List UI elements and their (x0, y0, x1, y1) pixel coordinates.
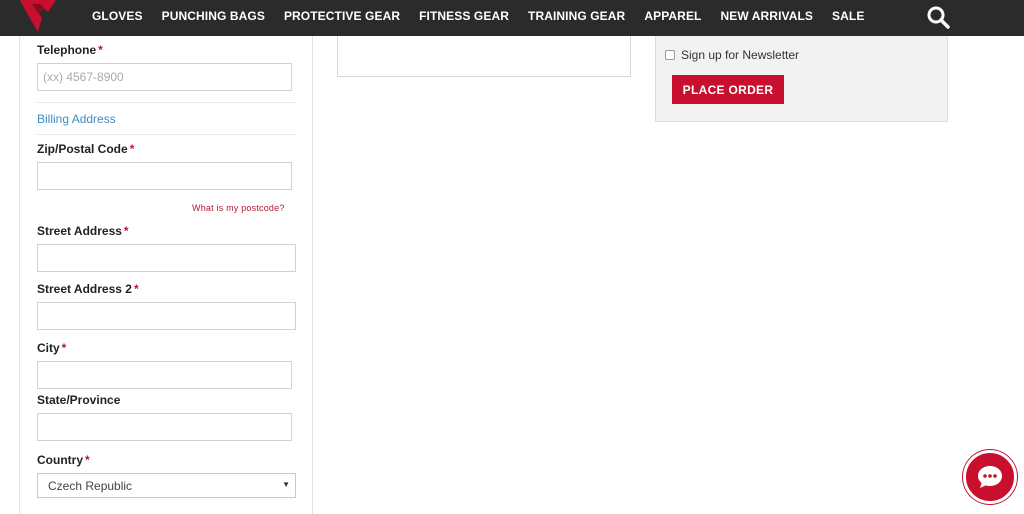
nav-item-new-arrivals[interactable]: NEW ARRIVALS (720, 9, 813, 23)
newsletter-checkbox[interactable] (665, 50, 675, 60)
top-navigation-bar: GLOVES PUNCHING BAGS PROTECTIVE GEAR FIT… (0, 0, 1024, 36)
chat-bubble-icon (978, 466, 1002, 488)
billing-form: Telephone* Billing Address Zip/Postal Co… (19, 36, 313, 514)
nav-item-training-gear[interactable]: TRAINING GEAR (528, 9, 625, 23)
newsletter-label[interactable]: Sign up for Newsletter (681, 48, 799, 62)
billing-address-link[interactable]: Billing Address (37, 112, 116, 126)
nav-item-punching-bags[interactable]: PUNCHING BAGS (162, 9, 265, 23)
zip-label: Zip/Postal Code * (37, 142, 135, 156)
search-icon[interactable] (926, 5, 950, 29)
chat-button[interactable] (963, 450, 1017, 504)
telephone-input[interactable] (37, 63, 292, 91)
shipping-method-panel (337, 36, 631, 77)
postcode-help-link[interactable]: What is my postcode? (192, 203, 285, 213)
country-select[interactable]: Czech Republic ▼ (37, 473, 296, 498)
nav-item-apparel[interactable]: APPAREL (644, 9, 701, 23)
country-selected-value: Czech Republic (48, 479, 133, 493)
street-address-input[interactable] (37, 244, 296, 272)
nav-item-gloves[interactable]: GLOVES (92, 9, 143, 23)
street-address-2-label: Street Address 2 * (37, 282, 139, 296)
street-address-label: Street Address * (37, 224, 129, 238)
state-input[interactable] (37, 413, 292, 441)
city-label: City * (37, 341, 67, 355)
street-address-2-input[interactable] (37, 302, 296, 330)
place-order-button[interactable]: PLACE ORDER (672, 75, 784, 104)
nav-item-sale[interactable]: SALE (832, 9, 864, 23)
caret-down-icon: ▼ (282, 480, 290, 489)
zip-input[interactable] (37, 162, 292, 190)
country-label: Country * (37, 453, 90, 467)
brand-logo-icon[interactable] (18, 0, 58, 34)
divider (37, 102, 297, 103)
main-menu: GLOVES PUNCHING BAGS PROTECTIVE GEAR FIT… (92, 0, 883, 32)
telephone-label: Telephone * (37, 43, 103, 57)
state-label: State/Province (37, 393, 121, 407)
divider (37, 134, 297, 135)
city-input[interactable] (37, 361, 292, 389)
order-summary-panel: Sign up for Newsletter PLACE ORDER (655, 36, 948, 122)
nav-item-protective-gear[interactable]: PROTECTIVE GEAR (284, 9, 400, 23)
nav-item-fitness-gear[interactable]: FITNESS GEAR (419, 9, 509, 23)
